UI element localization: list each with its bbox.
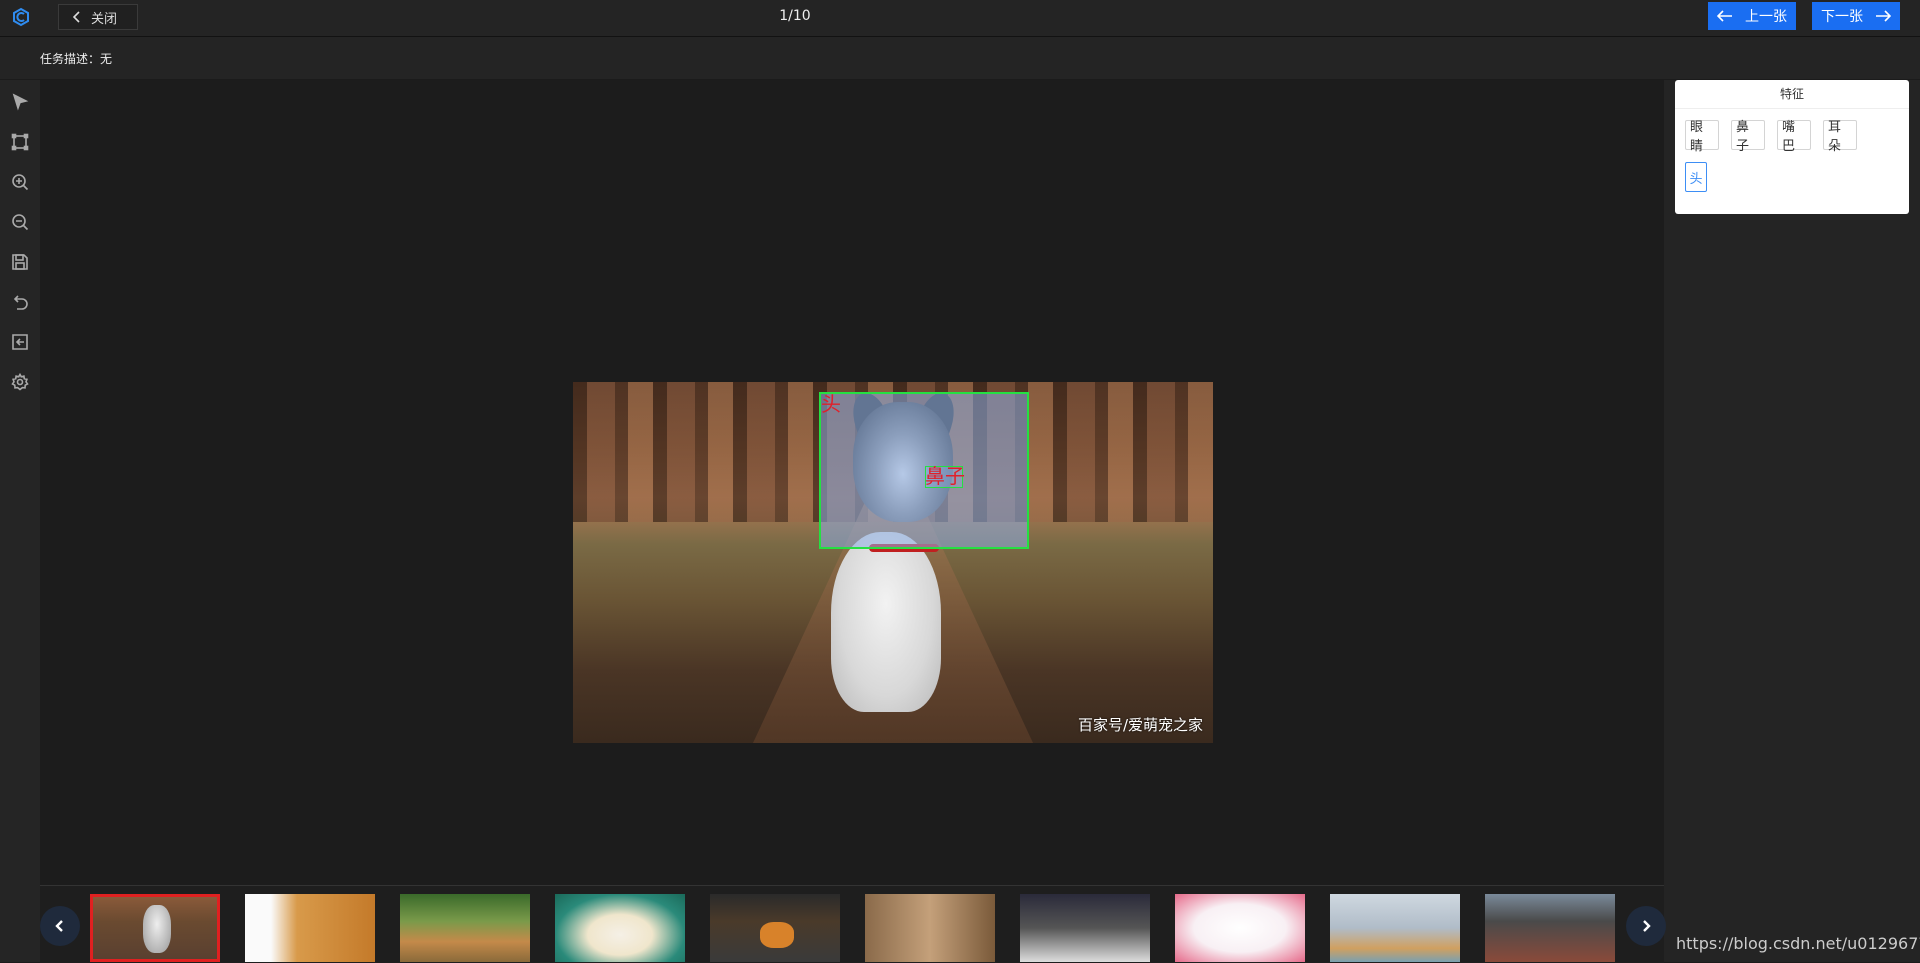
tag-head[interactable]: 头: [1685, 162, 1707, 192]
arrow-left-icon: [1717, 10, 1732, 22]
tool-sidebar: [0, 80, 40, 962]
image-watermark: 百家号/爱萌宠之家: [1077, 716, 1203, 734]
undo-tool[interactable]: [8, 290, 32, 314]
zoom-in-icon: [12, 174, 29, 191]
pointer-icon: [12, 93, 29, 111]
thumbnail-4[interactable]: [555, 894, 685, 962]
chevron-right-icon: [1643, 920, 1651, 932]
export-tool[interactable]: [8, 330, 32, 354]
source-url: https://blog.csdn.net/u012967771: [1676, 934, 1920, 953]
bounding-box-icon: [11, 133, 29, 151]
thumbnail-3[interactable]: [400, 894, 530, 962]
bbox-label-head: 头: [821, 392, 841, 416]
zoom-in-tool[interactable]: [8, 170, 32, 194]
top-bar: 关闭 1/10 上一张 下一张: [0, 0, 1920, 37]
tag-eyes[interactable]: 眼睛: [1685, 120, 1719, 154]
filmstrip-prev-button[interactable]: [40, 906, 80, 946]
settings-tool[interactable]: [8, 370, 32, 394]
previous-label: 上一张: [1745, 9, 1787, 25]
chevron-left-icon: [55, 920, 63, 932]
bounding-box-head[interactable]: [819, 392, 1029, 549]
filmstrip-next-button[interactable]: [1626, 906, 1666, 946]
thumbnail-8[interactable]: [1175, 894, 1305, 962]
features-card: 特征 眼睛 鼻子 嘴巴 耳朵 头: [1675, 80, 1909, 214]
zoom-out-tool[interactable]: [8, 210, 32, 234]
task-bar: 任务描述：无: [0, 37, 1920, 79]
dog-body: [831, 532, 941, 712]
undo-icon: [13, 295, 28, 310]
next-label: 下一张: [1821, 9, 1863, 25]
thumbnail-10[interactable]: [1485, 894, 1615, 962]
tag-nose[interactable]: 鼻子: [1731, 120, 1765, 154]
save-tool[interactable]: [8, 250, 32, 274]
export-icon: [12, 334, 28, 350]
image-counter: 1/10: [779, 8, 811, 24]
thumbnail-strip: [40, 885, 1666, 963]
tag-ears[interactable]: 耳朵: [1823, 120, 1857, 154]
tag-mouth[interactable]: 嘴巴: [1777, 120, 1811, 154]
features-title: 特征: [1675, 80, 1909, 109]
dog-figure: [143, 905, 171, 953]
annotation-canvas[interactable]: 头 鼻子 百家号/爱萌宠之家: [40, 80, 1664, 885]
thumbnail-6[interactable]: [865, 894, 995, 962]
settings-icon: [11, 373, 29, 391]
task-description: 任务描述：无: [40, 52, 113, 66]
thumbnail-7[interactable]: [1020, 894, 1150, 962]
zoom-out-icon: [12, 214, 29, 231]
arrow-right-icon: [1876, 10, 1891, 22]
bbox-label-nose: 鼻子: [925, 464, 965, 488]
save-icon: [12, 254, 28, 270]
thumbnail-1[interactable]: [90, 894, 220, 962]
pointer-tool[interactable]: [8, 90, 32, 114]
next-image-button[interactable]: 下一张: [1812, 2, 1900, 30]
dog-figure: [760, 922, 794, 948]
right-panel: 特征 眼睛 鼻子 嘴巴 耳朵 头: [1664, 80, 1920, 962]
bounding-box-tool[interactable]: [8, 130, 32, 154]
annotated-image[interactable]: 头 鼻子 百家号/爱萌宠之家: [573, 382, 1213, 743]
thumbnail-5[interactable]: [710, 894, 840, 962]
thumbnail-9[interactable]: [1330, 894, 1460, 962]
previous-image-button[interactable]: 上一张: [1708, 2, 1796, 30]
thumbnail-2[interactable]: [245, 894, 375, 962]
